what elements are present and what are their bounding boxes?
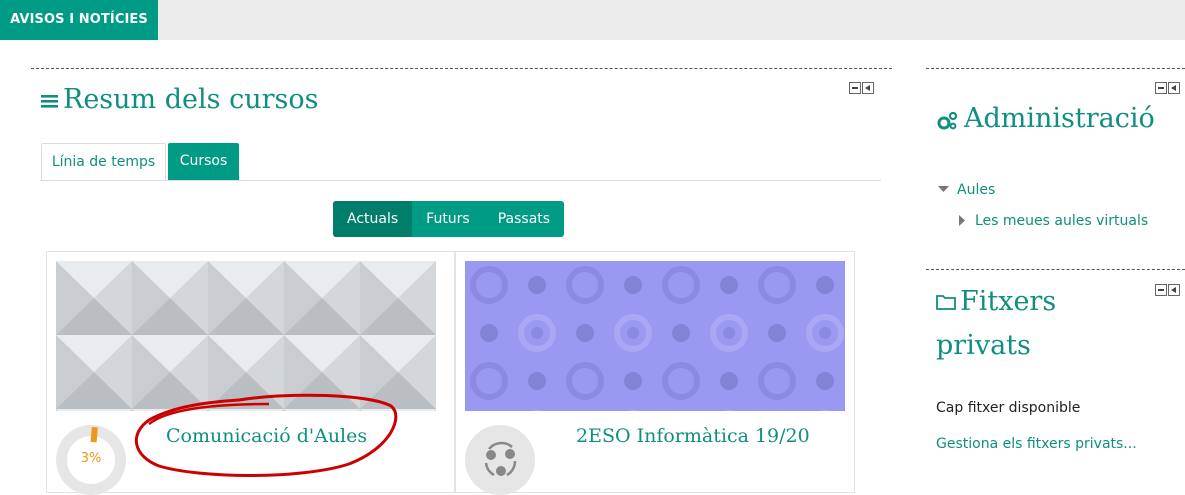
top-navigation-bar: AVISOS I NOTÍCIES	[0, 0, 1185, 40]
course-overview-block-controls	[849, 82, 875, 94]
folder-icon	[936, 295, 956, 310]
no-files-text: Cap fitxer disponible	[936, 400, 1081, 416]
course-overview-title: Resum dels cursos	[63, 84, 319, 115]
course-icon-circle	[465, 425, 535, 495]
collapse-block-icon[interactable]	[849, 82, 861, 94]
private-files-title: Fitxers	[960, 286, 1057, 317]
manage-private-files-link[interactable]: Gestiona els fitxers privats...	[936, 436, 1137, 452]
annotation-red-circle	[134, 393, 398, 477]
tabs-divider	[40, 180, 881, 181]
course-share-icon	[484, 441, 517, 477]
administration-block-controls	[1155, 82, 1181, 94]
private-files-block-border	[926, 269, 1185, 270]
tab-courses[interactable]: Cursos	[168, 143, 239, 180]
course-progress-chart: 3%	[56, 425, 126, 495]
nav-tab-news[interactable]: AVISOS I NOTÍCIES	[0, 0, 158, 40]
course-image-grey-triangles[interactable]	[56, 261, 436, 411]
course-card[interactable]: 2ESO Informàtica 19/20	[455, 251, 855, 495]
filter-current-button[interactable]: Actuals	[333, 201, 413, 237]
admin-item-aules[interactable]: Aules	[957, 182, 995, 198]
collapse-block-icon[interactable]	[1155, 82, 1167, 94]
administration-title: Administració	[964, 103, 1155, 134]
dock-block-icon[interactable]	[1168, 82, 1180, 94]
course-image-purple-circles[interactable]	[465, 261, 845, 411]
caret-right-icon[interactable]	[959, 215, 967, 227]
administration-block-border	[926, 68, 1185, 69]
tab-timeline[interactable]: Línia de temps	[41, 143, 166, 180]
private-files-title-second-line: privats	[936, 330, 1031, 361]
hamburger-icon	[41, 95, 58, 108]
course-filter-group: Actuals Futurs Passats	[333, 201, 565, 237]
admin-item-my-virtual-classrooms[interactable]: Les meues aules virtuals	[975, 213, 1148, 229]
collapse-block-icon[interactable]	[1155, 284, 1167, 296]
course-card[interactable]: 3% Comunicació d'Aules	[46, 251, 455, 495]
private-files-block-controls	[1155, 284, 1181, 296]
dock-block-icon[interactable]	[862, 82, 874, 94]
filter-future-button[interactable]: Futurs	[412, 201, 484, 237]
course-name-link[interactable]: 2ESO Informàtica 19/20	[576, 425, 810, 447]
course-overview-block-border	[31, 68, 892, 69]
caret-down-icon[interactable]	[938, 186, 950, 194]
gears-icon	[937, 111, 958, 130]
course-progress-percent: 3%	[80, 451, 102, 466]
dock-block-icon[interactable]	[1168, 284, 1180, 296]
filter-past-button[interactable]: Passats	[484, 201, 564, 237]
